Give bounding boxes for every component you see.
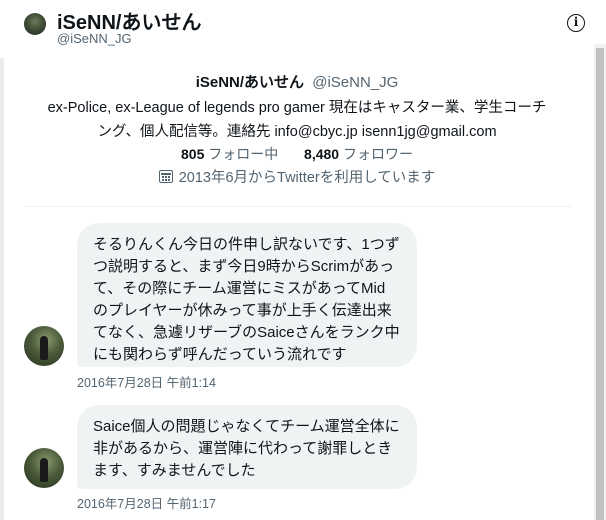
message-line: てなく、急遽リザーブのSaiceさんをランク中 [93,324,400,341]
bio-line: ング、個人配信等。連絡先 info@cbyc.jp isenn1jg@gmail… [97,124,497,140]
message-line: て、その際にチーム運営にミスがあってMid [93,280,386,297]
bio-line: ex-Police, ex-League of legends pro game… [47,100,547,116]
header-handle: @iSeNN_JG [57,31,132,46]
message-line: Saice個人の問題じゃなくてチーム運営全体に [93,418,400,435]
joined-text: 2013年6月からTwitterを利用しています [178,170,436,186]
followers-label: フォロワー [342,146,413,162]
header-avatar[interactable] [24,13,46,35]
message-line: にも関わらず呼んだっていう流れです [93,346,347,363]
following-link[interactable]: 805 フォロー中 [181,146,282,162]
message-bubble[interactable]: Saice個人の問題じゃなくてチーム運営全体に 非があるから、運営陣に代わって謝… [77,405,417,489]
profile-bio: ex-Police, ex-League of legends pro game… [30,96,564,144]
message-timestamp: 2016年7月28日 午前1:14 [77,376,216,390]
profile-display-name[interactable]: iSeNN/あいせん [196,74,304,91]
conversation-header: iSeNN/あいせん @iSeNN_JG i [0,0,606,58]
message-line: ます、すみませんでした [93,462,256,479]
scrollbar-thumb[interactable] [596,48,604,520]
message-line: のプレイヤーが休みって事が上手く伝達出来 [93,302,392,319]
message-line: そるりんくん今日の件申し訳ないです、1つず [93,236,400,253]
joined-date: 2013年6月からTwitterを利用しています [0,166,594,187]
followers-link[interactable]: 8,480 フォロワー [300,146,413,162]
followers-count: 8,480 [304,146,340,162]
sender-avatar[interactable] [24,448,64,488]
info-icon[interactable]: i [567,14,585,32]
follow-stats: 805 フォロー中 8,480 フォロワー [0,144,594,164]
profile-handle: @iSeNN_JG [312,74,399,91]
calendar-icon [158,170,173,183]
message-timestamp: 2016年7月28日 午前1:17 [77,497,216,511]
message-line: つ説明すると、まず今日9時からScrimがあっ [93,258,395,275]
following-label: フォロー中 [208,146,279,162]
divider [24,206,572,207]
following-count: 805 [181,146,205,162]
message-line: 非があるから、運営陣に代わって謝罪しとき [93,440,393,457]
message-bubble[interactable]: そるりんくん今日の件申し訳ないです、1つず つ説明すると、まず今日9時からScr… [77,223,417,367]
profile-name-row: iSeNN/あいせん @iSeNN_JG [0,71,594,92]
sender-avatar[interactable] [24,326,64,366]
